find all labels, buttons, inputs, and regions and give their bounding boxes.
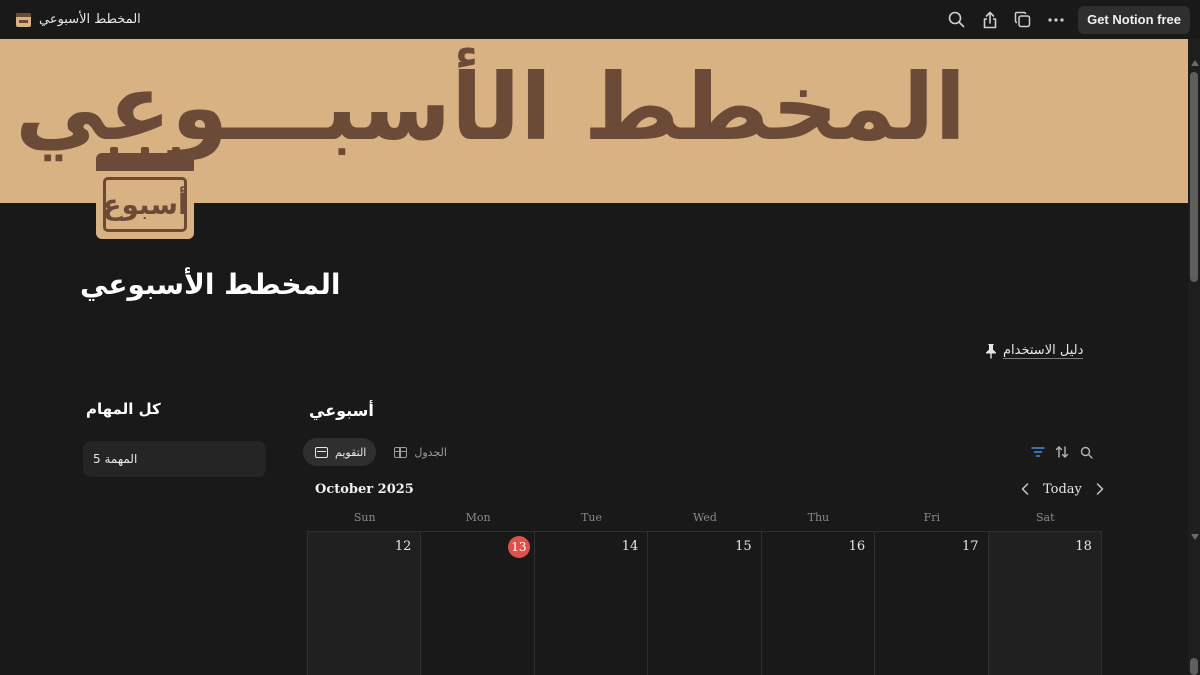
- calendar-day-cell[interactable]: 16: [762, 532, 876, 675]
- day-number: 16: [848, 539, 866, 554]
- duplicate-icon: [1014, 11, 1031, 28]
- search-icon: [1080, 446, 1093, 459]
- filter-button[interactable]: [1030, 444, 1046, 460]
- more-button[interactable]: [1039, 3, 1072, 36]
- breadcrumb[interactable]: المخطط الأسبوعي: [16, 0, 141, 39]
- previous-button[interactable]: [1018, 480, 1032, 498]
- page-icon[interactable]: أسبوع: [96, 147, 194, 239]
- scroll-thumb-lower[interactable]: [1190, 658, 1198, 675]
- breadcrumb-title: المخطط الأسبوعي: [39, 12, 141, 27]
- sort-button[interactable]: [1054, 444, 1070, 460]
- day-number: 17: [961, 539, 979, 554]
- calendar-ring: [141, 147, 149, 161]
- all-tasks-title: كل المهام: [86, 400, 161, 418]
- filter-icon: [1031, 447, 1045, 457]
- month-label: October 2025: [315, 482, 414, 497]
- share-button[interactable]: [973, 3, 1006, 36]
- next-button[interactable]: [1093, 480, 1107, 498]
- cover-title-art: المخطط الأسبـــوعي: [15, 54, 966, 161]
- chevron-left-icon: [1021, 483, 1029, 495]
- page-icon-label: أسبوع: [102, 188, 188, 221]
- database-tools: [1030, 444, 1094, 460]
- page-scrollbar[interactable]: [1188, 39, 1200, 675]
- more-icon: [1047, 17, 1064, 22]
- weekday-label: Fri: [923, 511, 941, 524]
- get-notion-free-button[interactable]: Get Notion free: [1078, 5, 1190, 34]
- sort-icon: [1055, 446, 1069, 458]
- calendar-day-cell[interactable]: 15: [648, 532, 762, 675]
- calendar-ring: [172, 147, 180, 161]
- table-icon: [394, 446, 408, 458]
- share-icon: [983, 11, 996, 28]
- tab-table[interactable]: الجدول: [382, 438, 457, 466]
- tab-table-label: الجدول: [414, 445, 447, 459]
- weekly-database-title[interactable]: أسبوعي: [309, 401, 374, 420]
- top-tools: Get Notion free: [940, 0, 1190, 39]
- calendar-day-cell[interactable]: 14: [535, 532, 649, 675]
- weekday-label: Sat: [1035, 511, 1055, 524]
- day-number: 15: [735, 539, 752, 554]
- weekday-label: Thu: [807, 511, 830, 524]
- today-day-number: 13: [507, 536, 530, 558]
- tab-calendar[interactable]: التقويم: [303, 438, 377, 466]
- guide-link-label: دليل الاستخدام: [1003, 343, 1084, 359]
- calendar-ring: [110, 147, 118, 161]
- calendar-icon: [315, 446, 328, 458]
- calendar-body: أسبوع: [102, 177, 188, 232]
- database-search-button[interactable]: [1078, 444, 1094, 460]
- page-title: المخطط الأسبوعي: [80, 268, 341, 301]
- top-bar: المخطط الأسبوعي Get Notion free: [0, 0, 1200, 39]
- scroll-up-arrow[interactable]: [1191, 60, 1199, 66]
- task-card[interactable]: المهمة 5: [83, 441, 266, 477]
- calendar-page-icon: [16, 12, 31, 27]
- view-tabs: التقويم الجدول: [303, 438, 457, 466]
- chevron-right-icon: [1096, 483, 1104, 495]
- weekday-label: Wed: [692, 511, 717, 524]
- calendar-day-cell[interactable]: 12: [308, 532, 422, 675]
- calendar-day-cell[interactable]: 13: [421, 532, 535, 675]
- day-number: 14: [621, 539, 639, 554]
- duplicate-button[interactable]: [1006, 3, 1039, 36]
- calendar-day-cell[interactable]: 17: [875, 532, 989, 675]
- weekday-label: Tue: [581, 511, 603, 524]
- tab-calendar-label: التقويم: [335, 445, 367, 459]
- today-button[interactable]: Today: [1040, 482, 1085, 497]
- day-number: 12: [394, 539, 412, 554]
- weekday-header: Sun Mon Tue Wed Thu Fri Sat: [308, 511, 1102, 524]
- search-icon: [948, 11, 965, 28]
- weekday-label: Mon: [465, 511, 491, 524]
- calendar-grid: 12 13 14 15 16 17 18: [307, 531, 1102, 675]
- scroll-thumb[interactable]: [1190, 72, 1198, 282]
- guide-link[interactable]: دليل الاستخدام: [985, 343, 1084, 359]
- search-button[interactable]: [940, 3, 973, 36]
- scroll-down-arrow[interactable]: [1191, 534, 1199, 540]
- calendar-day-cell[interactable]: 18: [988, 532, 1102, 675]
- day-number: 18: [1075, 539, 1092, 554]
- pin-icon: [986, 344, 996, 359]
- weekday-label: Sun: [353, 511, 376, 524]
- calendar-navigation: Today: [1018, 480, 1107, 498]
